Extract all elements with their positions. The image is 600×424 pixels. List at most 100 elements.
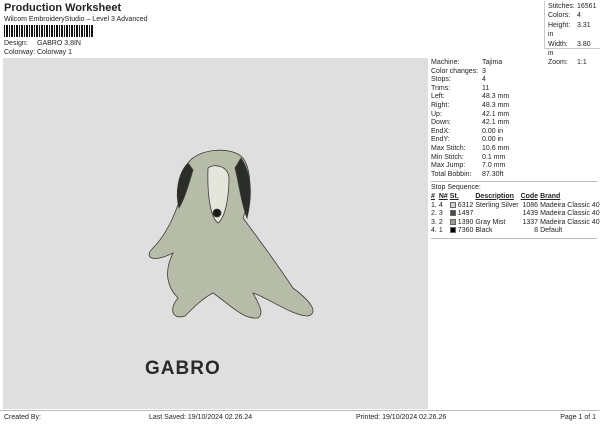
info-row: Trims: 11: [431, 85, 597, 94]
created-by: Created By:: [4, 414, 41, 421]
column-header: Description: [475, 192, 514, 200]
info-value: 3: [482, 67, 486, 75]
color-swatch-cell: [449, 227, 458, 236]
dog-embroidery-image: [148, 149, 314, 319]
divider: [431, 237, 597, 239]
details-list: Machine: Tajima Color changes: 3 Stops: 4 Trim…: [431, 59, 597, 179]
info-value: 48.3 mm: [482, 93, 510, 101]
subtitle: Wilcom EmbroideryStudio – Level 3 Advanc…: [4, 16, 148, 23]
brand: Madeira Classic 40: [540, 210, 600, 218]
design-row: Design: GABRO 3,8IN: [4, 40, 81, 47]
printed-date: Printed: 19/10/2024 02.26.26: [356, 414, 447, 421]
stitch-code: 1390: [457, 218, 474, 226]
description: Black: [475, 227, 493, 235]
info-row: Right: 48.3 mm: [431, 102, 597, 111]
row-index: 3.: [431, 218, 437, 226]
info-row: Total Bobbin: 87.30ft: [431, 171, 597, 180]
info-label: Color changes:: [431, 67, 479, 75]
info-value: 42.1 mm: [482, 110, 510, 118]
info-value: 7.0 mm: [482, 162, 506, 170]
info-row: EndX: 0.00 in: [431, 128, 597, 137]
row-index: 1.: [431, 201, 437, 209]
color-swatch: [449, 218, 456, 225]
info-value: 10.6 mm: [482, 144, 510, 152]
needle: 4: [438, 201, 443, 209]
stop-sequence-label: Stop Sequence:: [431, 184, 481, 192]
info-value: 87.30ft: [482, 170, 504, 178]
table-row: 1. 4 6312 Sterling Silver 1086 Madeira Classi…: [431, 202, 600, 211]
info-label: Width:: [548, 40, 568, 48]
description: Sterling Silver: [475, 201, 519, 209]
barcode: [4, 25, 94, 37]
info-value: 42.1 mm: [482, 119, 510, 127]
column-header: Code: [520, 192, 539, 200]
info-value: 4: [482, 76, 486, 84]
info-label: Down:: [431, 119, 451, 127]
info-value: Tajima: [482, 59, 503, 66]
info-row: Down: 42.1 mm: [431, 119, 597, 128]
info-row: Color changes: 3: [431, 68, 597, 77]
brand: Default: [540, 227, 563, 235]
brand: Madeira Classic 40: [540, 218, 600, 226]
info-row: EndY: 0.00 in: [431, 136, 597, 145]
description: Gray Mist: [475, 218, 506, 226]
details-panel: Machine: Tajima Color changes: 3 Stops: 4 Trim…: [428, 58, 600, 409]
info-row: Left: 48.3 mm: [431, 93, 597, 102]
info-label: EndX:: [431, 127, 451, 135]
info-label: Stitches:: [548, 3, 575, 10]
color-swatch-cell: [449, 210, 458, 219]
page-number: Page 1 of 1: [560, 414, 596, 421]
info-value: 4: [577, 12, 581, 20]
info-label: Height:: [548, 21, 571, 29]
stop-sequence-table: # N# St. Description Code Brand 1. 4 6312 Sterli…: [431, 193, 600, 236]
column-header: #: [431, 192, 435, 200]
summary-box: Stitches: 16561 Colors: 4 Height: 3.31 in Widt…: [544, 1, 600, 66]
brand: Madeira Classic 40: [540, 201, 600, 209]
description: [475, 210, 520, 219]
code: 8: [534, 227, 539, 235]
info-label: Min Stitch:: [431, 153, 464, 161]
page-title: Production Worksheet: [4, 2, 122, 14]
info-label: Trims:: [431, 84, 451, 92]
color-swatch-cell: [449, 218, 458, 228]
info-value: 16561: [577, 3, 597, 10]
info-row: Stops: 4: [431, 76, 597, 85]
info-label: Up:: [431, 110, 442, 118]
info-label: Stops:: [431, 76, 451, 84]
color-swatch-cell: [449, 201, 458, 211]
row-index: 4.: [431, 227, 437, 235]
info-row: Max Jump: 7.0 mm: [431, 162, 597, 171]
info-row: Colors: 4: [548, 11, 597, 20]
needle: 2: [438, 218, 443, 226]
design-preview: GABRO: [3, 58, 428, 409]
color-swatch: [449, 210, 456, 217]
table-row: 3. 2 1390 Gray Mist 1337 Madeira Classic 40: [431, 219, 600, 228]
info-value: 0.00 in: [482, 127, 504, 135]
last-saved: Last Saved: 19/10/2024 02.26.24: [149, 414, 253, 421]
info-label: Max Jump:: [431, 162, 466, 170]
table-row: 4. 1 7360 Black 8 Default: [431, 227, 600, 236]
row-index: 2.: [431, 210, 437, 218]
info-row: Height: 3.31 in: [548, 21, 597, 40]
info-value: 48.3 mm: [482, 101, 510, 109]
info-label: Max Stitch:: [431, 144, 466, 152]
design-text: GABRO: [145, 358, 221, 379]
info-label: EndY:: [431, 136, 450, 144]
info-label: Machine:: [431, 59, 460, 66]
table-row: 2. 3 1497 1439 Madeira Classic 40: [431, 210, 600, 219]
code: 1086: [522, 201, 539, 209]
code: 1337: [522, 218, 539, 226]
needle: 3: [438, 210, 443, 218]
info-row: Machine: Tajima: [431, 59, 597, 68]
info-value: 11: [482, 84, 490, 92]
info-value: 0.00 in: [482, 136, 504, 144]
column-header: Brand: [540, 192, 561, 200]
colorway-value: Colorway 1: [37, 49, 73, 56]
needle: 1: [438, 227, 443, 235]
info-label: Right:: [431, 101, 450, 109]
color-swatch: [449, 227, 456, 234]
info-label: Total Bobbin:: [431, 170, 472, 178]
stitch-code: 6312: [457, 201, 474, 209]
info-label: Colors:: [548, 12, 571, 20]
info-row: Min Stitch: 0.1 mm: [431, 154, 597, 163]
